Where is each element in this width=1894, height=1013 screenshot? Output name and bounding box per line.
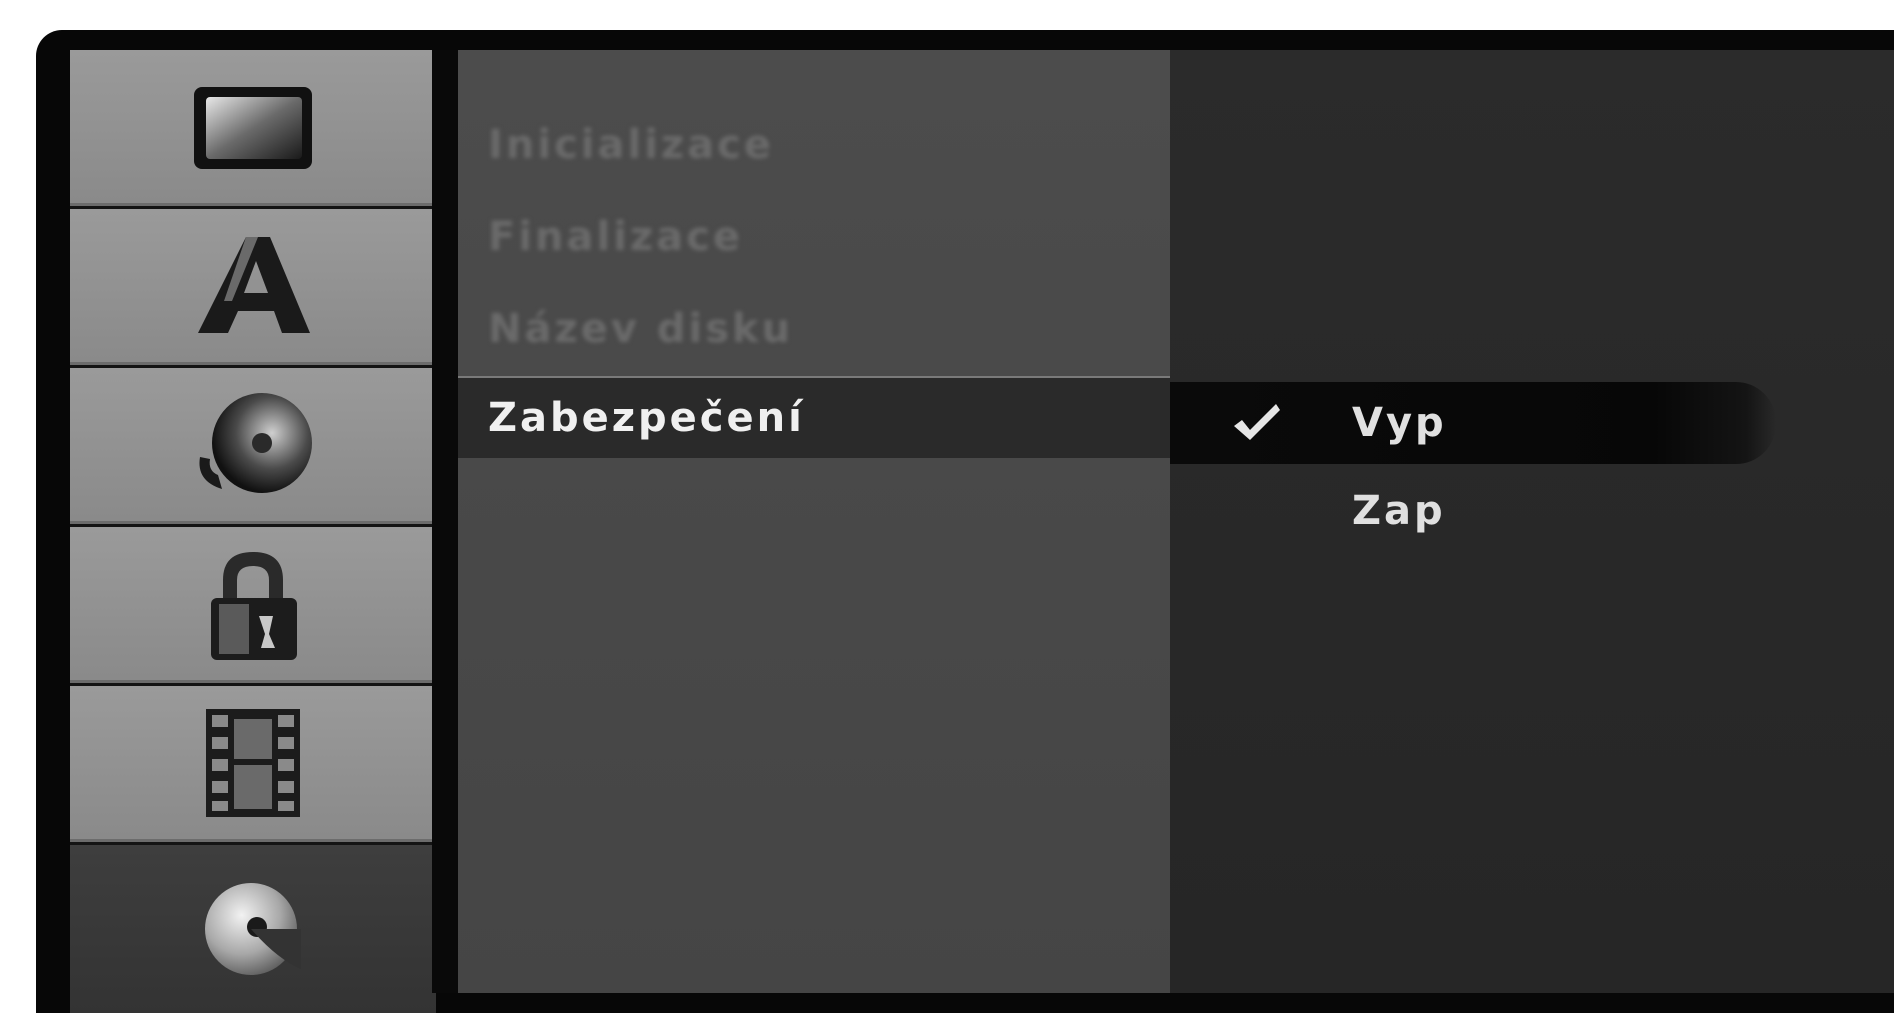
- sidebar-item-lock[interactable]: [70, 527, 436, 683]
- film-icon: [206, 708, 300, 817]
- menu-item-finalize[interactable]: Finalizace: [458, 196, 1190, 278]
- menu-item-disc-name[interactable]: Název disku: [458, 288, 1190, 370]
- sidebar-item-general[interactable]: [70, 50, 436, 206]
- category-sidebar: [70, 50, 436, 1013]
- settings-menu: Inicializace Finalizace Název disku Zabe…: [432, 50, 1190, 993]
- sidebar-item-audio[interactable]: [70, 368, 436, 524]
- sidebar-item-recording[interactable]: [70, 686, 436, 842]
- audio-disc-icon: [199, 392, 312, 493]
- option-on[interactable]: Zap: [1170, 470, 1776, 552]
- option-on-label: Zap: [1352, 488, 1446, 534]
- lock-icon: [211, 551, 297, 660]
- sidebar-item-disc[interactable]: [70, 845, 436, 1013]
- options-panel: Vyp Zap: [1170, 50, 1894, 993]
- letter-a-icon: [198, 236, 310, 333]
- sidebar-item-language[interactable]: [70, 209, 436, 365]
- check-icon: [1234, 404, 1280, 440]
- option-off[interactable]: Vyp: [1170, 382, 1776, 464]
- tv-screen-icon: [194, 86, 312, 169]
- dvd-setup-screen: Inicializace Finalizace Název disku Zabe…: [36, 30, 1894, 1013]
- menu-item-initialize[interactable]: Inicializace: [458, 104, 1190, 186]
- disc-settings-icon: [205, 883, 301, 975]
- menu-item-protection[interactable]: Zabezpečení: [458, 376, 1190, 458]
- option-off-label: Vyp: [1352, 400, 1447, 446]
